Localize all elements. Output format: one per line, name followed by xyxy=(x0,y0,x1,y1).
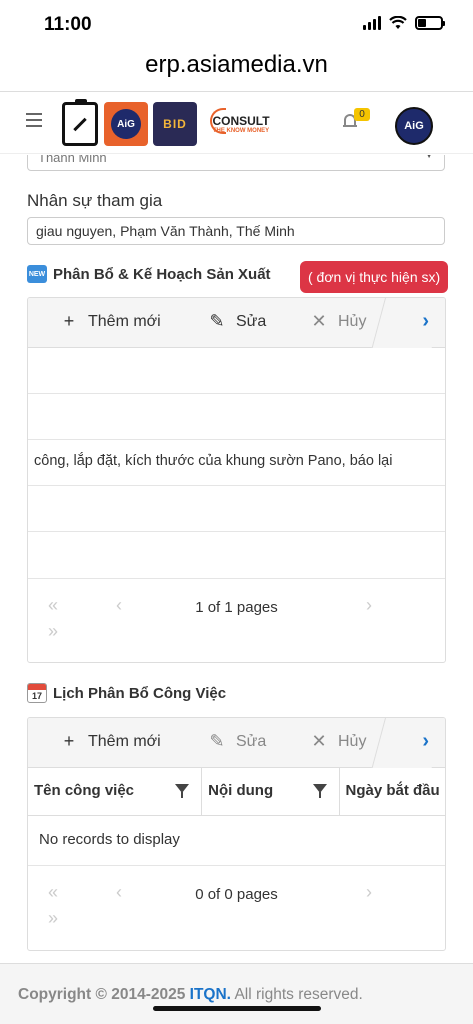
chevron-right-icon[interactable]: › xyxy=(422,310,429,333)
home-indicator xyxy=(153,1006,321,1011)
edit-button[interactable]: ✎ Sửa xyxy=(208,311,266,332)
toolbar-more[interactable] xyxy=(371,718,445,768)
unit-tag: ( đơn vị thực hiện sx) xyxy=(300,261,449,293)
cancel-button[interactable]: ✕ Hủy xyxy=(310,731,366,752)
status-bar: 11:00 xyxy=(0,0,473,48)
column-header-content[interactable]: Nội dung xyxy=(202,768,340,816)
schedule-grid: + Thêm mới ✎ Sửa ✕ Hủy › Tên công việc Nội … xyxy=(27,717,446,951)
table-row[interactable] xyxy=(28,394,445,440)
table-row[interactable] xyxy=(28,532,445,578)
schedule-title: 17 Lịch Phân Bổ Công Việc xyxy=(27,683,226,703)
chevron-down-icon: ▼ xyxy=(424,155,434,161)
pencil-icon: ✎ xyxy=(209,731,225,751)
close-icon: ✕ xyxy=(311,731,327,751)
pencil-icon: ✎ xyxy=(209,311,225,331)
allocation-pager: « ‹ › » 1 of 1 pages xyxy=(28,578,445,662)
aig-logo[interactable]: AiG xyxy=(104,102,148,146)
new-icon: NEW xyxy=(27,265,47,283)
allocation-title: NEW Phân Bổ & Kế Hoạch Sản Xuất xyxy=(27,265,271,283)
filter-icon xyxy=(312,784,327,798)
last-page-icon[interactable]: » xyxy=(48,908,58,929)
page-info: 1 of 1 pages xyxy=(195,599,278,616)
allocation-grid: + Thêm mới ✎ Sửa ✕ Hủy › công, lắp đặt, kíc… xyxy=(27,297,446,663)
footer: Copyright © 2014-2025 ITQN. All rights r… xyxy=(0,963,473,1024)
plus-icon: + xyxy=(63,311,75,331)
calendar-icon: 17 xyxy=(27,683,47,703)
last-page-icon[interactable]: » xyxy=(48,621,58,642)
consult-logo[interactable]: CONSULT THE KNOW MONEY xyxy=(206,102,276,146)
add-button[interactable]: + Thêm mới xyxy=(60,731,161,752)
schedule-pager: « ‹ › » 0 of 0 pages xyxy=(28,866,445,950)
battery-icon xyxy=(415,16,445,30)
status-icons xyxy=(363,16,445,30)
column-header-task[interactable]: Tên công việc xyxy=(28,768,203,816)
chevron-right-icon[interactable]: › xyxy=(422,730,429,753)
table-row[interactable] xyxy=(28,486,445,532)
participants-label: Nhân sự tham gia xyxy=(27,191,163,210)
participant-select[interactable]: Thành Minh ▼ xyxy=(27,155,445,171)
table-row[interactable] xyxy=(28,348,445,394)
wifi-icon xyxy=(389,16,407,29)
avatar[interactable]: AiG xyxy=(395,107,433,145)
filter-icon xyxy=(175,784,190,798)
notification-badge: 0 xyxy=(354,108,370,121)
cancel-button[interactable]: ✕ Hủy xyxy=(310,311,366,332)
plus-icon: + xyxy=(63,731,75,751)
allocation-toolbar: + Thêm mới ✎ Sửa ✕ Hủy › xyxy=(28,298,445,348)
menu-icon[interactable] xyxy=(26,113,42,127)
close-icon: ✕ xyxy=(311,311,327,331)
status-time: 11:00 xyxy=(44,14,92,35)
table-row[interactable]: công, lắp đặt, kích thước của khung sườn… xyxy=(28,440,445,486)
participants-input[interactable]: giau nguyen, Phạm Văn Thành, Thế Minh xyxy=(27,217,445,245)
add-button[interactable]: + Thêm mới xyxy=(60,311,161,332)
bid-logo[interactable]: BID xyxy=(153,102,197,146)
main-content: Thành Minh ▼ Nhân sự tham gia giau nguyen… xyxy=(0,155,473,963)
schedule-toolbar: + Thêm mới ✎ Sửa ✕ Hủy › xyxy=(28,718,445,768)
page-info: 0 of 0 pages xyxy=(195,886,278,903)
brand-link[interactable]: ITQN. xyxy=(190,986,231,1003)
signal-icon xyxy=(363,16,381,30)
url-bar[interactable]: erp.asiamedia.vn xyxy=(0,48,473,92)
column-header-start-date[interactable]: Ngày bắt đầu xyxy=(340,768,446,816)
edit-button[interactable]: ✎ Sửa xyxy=(208,731,266,752)
column-headers: Tên công việc Nội dung Ngày bắt đầu xyxy=(28,768,445,816)
empty-message: No records to display xyxy=(28,816,445,866)
toolbar-more[interactable] xyxy=(371,298,445,348)
clipboard-logo[interactable] xyxy=(62,99,98,146)
copyright-text: Copyright © 2014-2025 ITQN. All rights r… xyxy=(18,986,363,1003)
